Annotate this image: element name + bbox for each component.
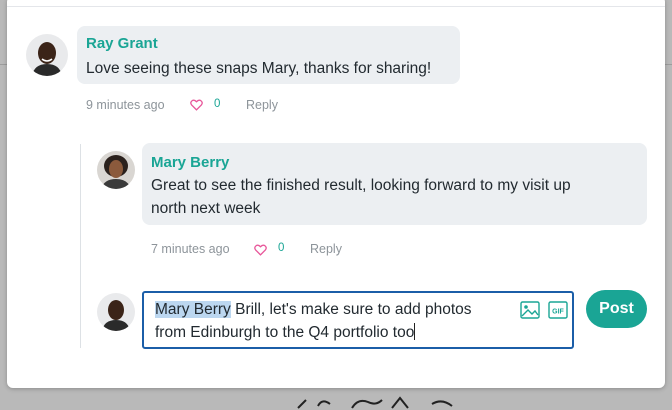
backdrop-artwork <box>297 396 453 409</box>
comment-text: Love seeing these snaps Mary, thanks for… <box>86 60 432 77</box>
reply-thread-line <box>80 144 81 348</box>
avatar-ray-grant[interactable] <box>26 34 68 76</box>
comment-bubble-mary-berry: Mary Berry Great to see the finished res… <box>142 143 647 225</box>
comment-timestamp: 9 minutes ago <box>86 98 165 112</box>
reply-link[interactable]: Reply <box>246 98 278 112</box>
modal-header-divider <box>7 6 665 7</box>
backdrop-divider-right <box>665 64 672 65</box>
comment-text-line-1: Great to see the finished result, lookin… <box>151 177 571 194</box>
comment-text-line-2: north next week <box>151 200 261 217</box>
comment-author[interactable]: Ray Grant <box>86 35 158 52</box>
like-heart-icon[interactable] <box>254 244 267 256</box>
gif-icon-label: GIF <box>552 309 564 316</box>
like-count: 0 <box>278 242 285 254</box>
text-caret <box>414 323 416 340</box>
gif-icon[interactable]: GIF <box>548 301 568 319</box>
mention-tag[interactable]: Mary Berry <box>155 301 231 318</box>
comment-input[interactable]: Mary Berry Brill, let's make sure to add… <box>142 291 574 349</box>
comment-timestamp: 7 minutes ago <box>151 242 230 256</box>
comment-bubble-ray-grant: Ray Grant Love seeing these snaps Mary, … <box>77 26 460 84</box>
comment-author[interactable]: Mary Berry <box>151 154 229 171</box>
like-heart-icon[interactable] <box>190 99 203 111</box>
input-text-line-1: Brill, let's make sure to add photos <box>230 301 472 318</box>
comment-input-text[interactable]: Mary Berry Brill, let's make sure to add… <box>155 298 505 344</box>
avatar-mary-berry[interactable] <box>97 151 135 189</box>
reply-link[interactable]: Reply <box>310 242 342 256</box>
post-button[interactable]: Post <box>586 290 647 328</box>
image-icon[interactable] <box>520 301 540 319</box>
like-count: 0 <box>214 98 221 110</box>
backdrop-divider-left <box>0 64 7 65</box>
input-text-line-2: from Edinburgh to the Q4 portfolio too <box>155 324 415 341</box>
current-user-avatar <box>97 293 135 331</box>
